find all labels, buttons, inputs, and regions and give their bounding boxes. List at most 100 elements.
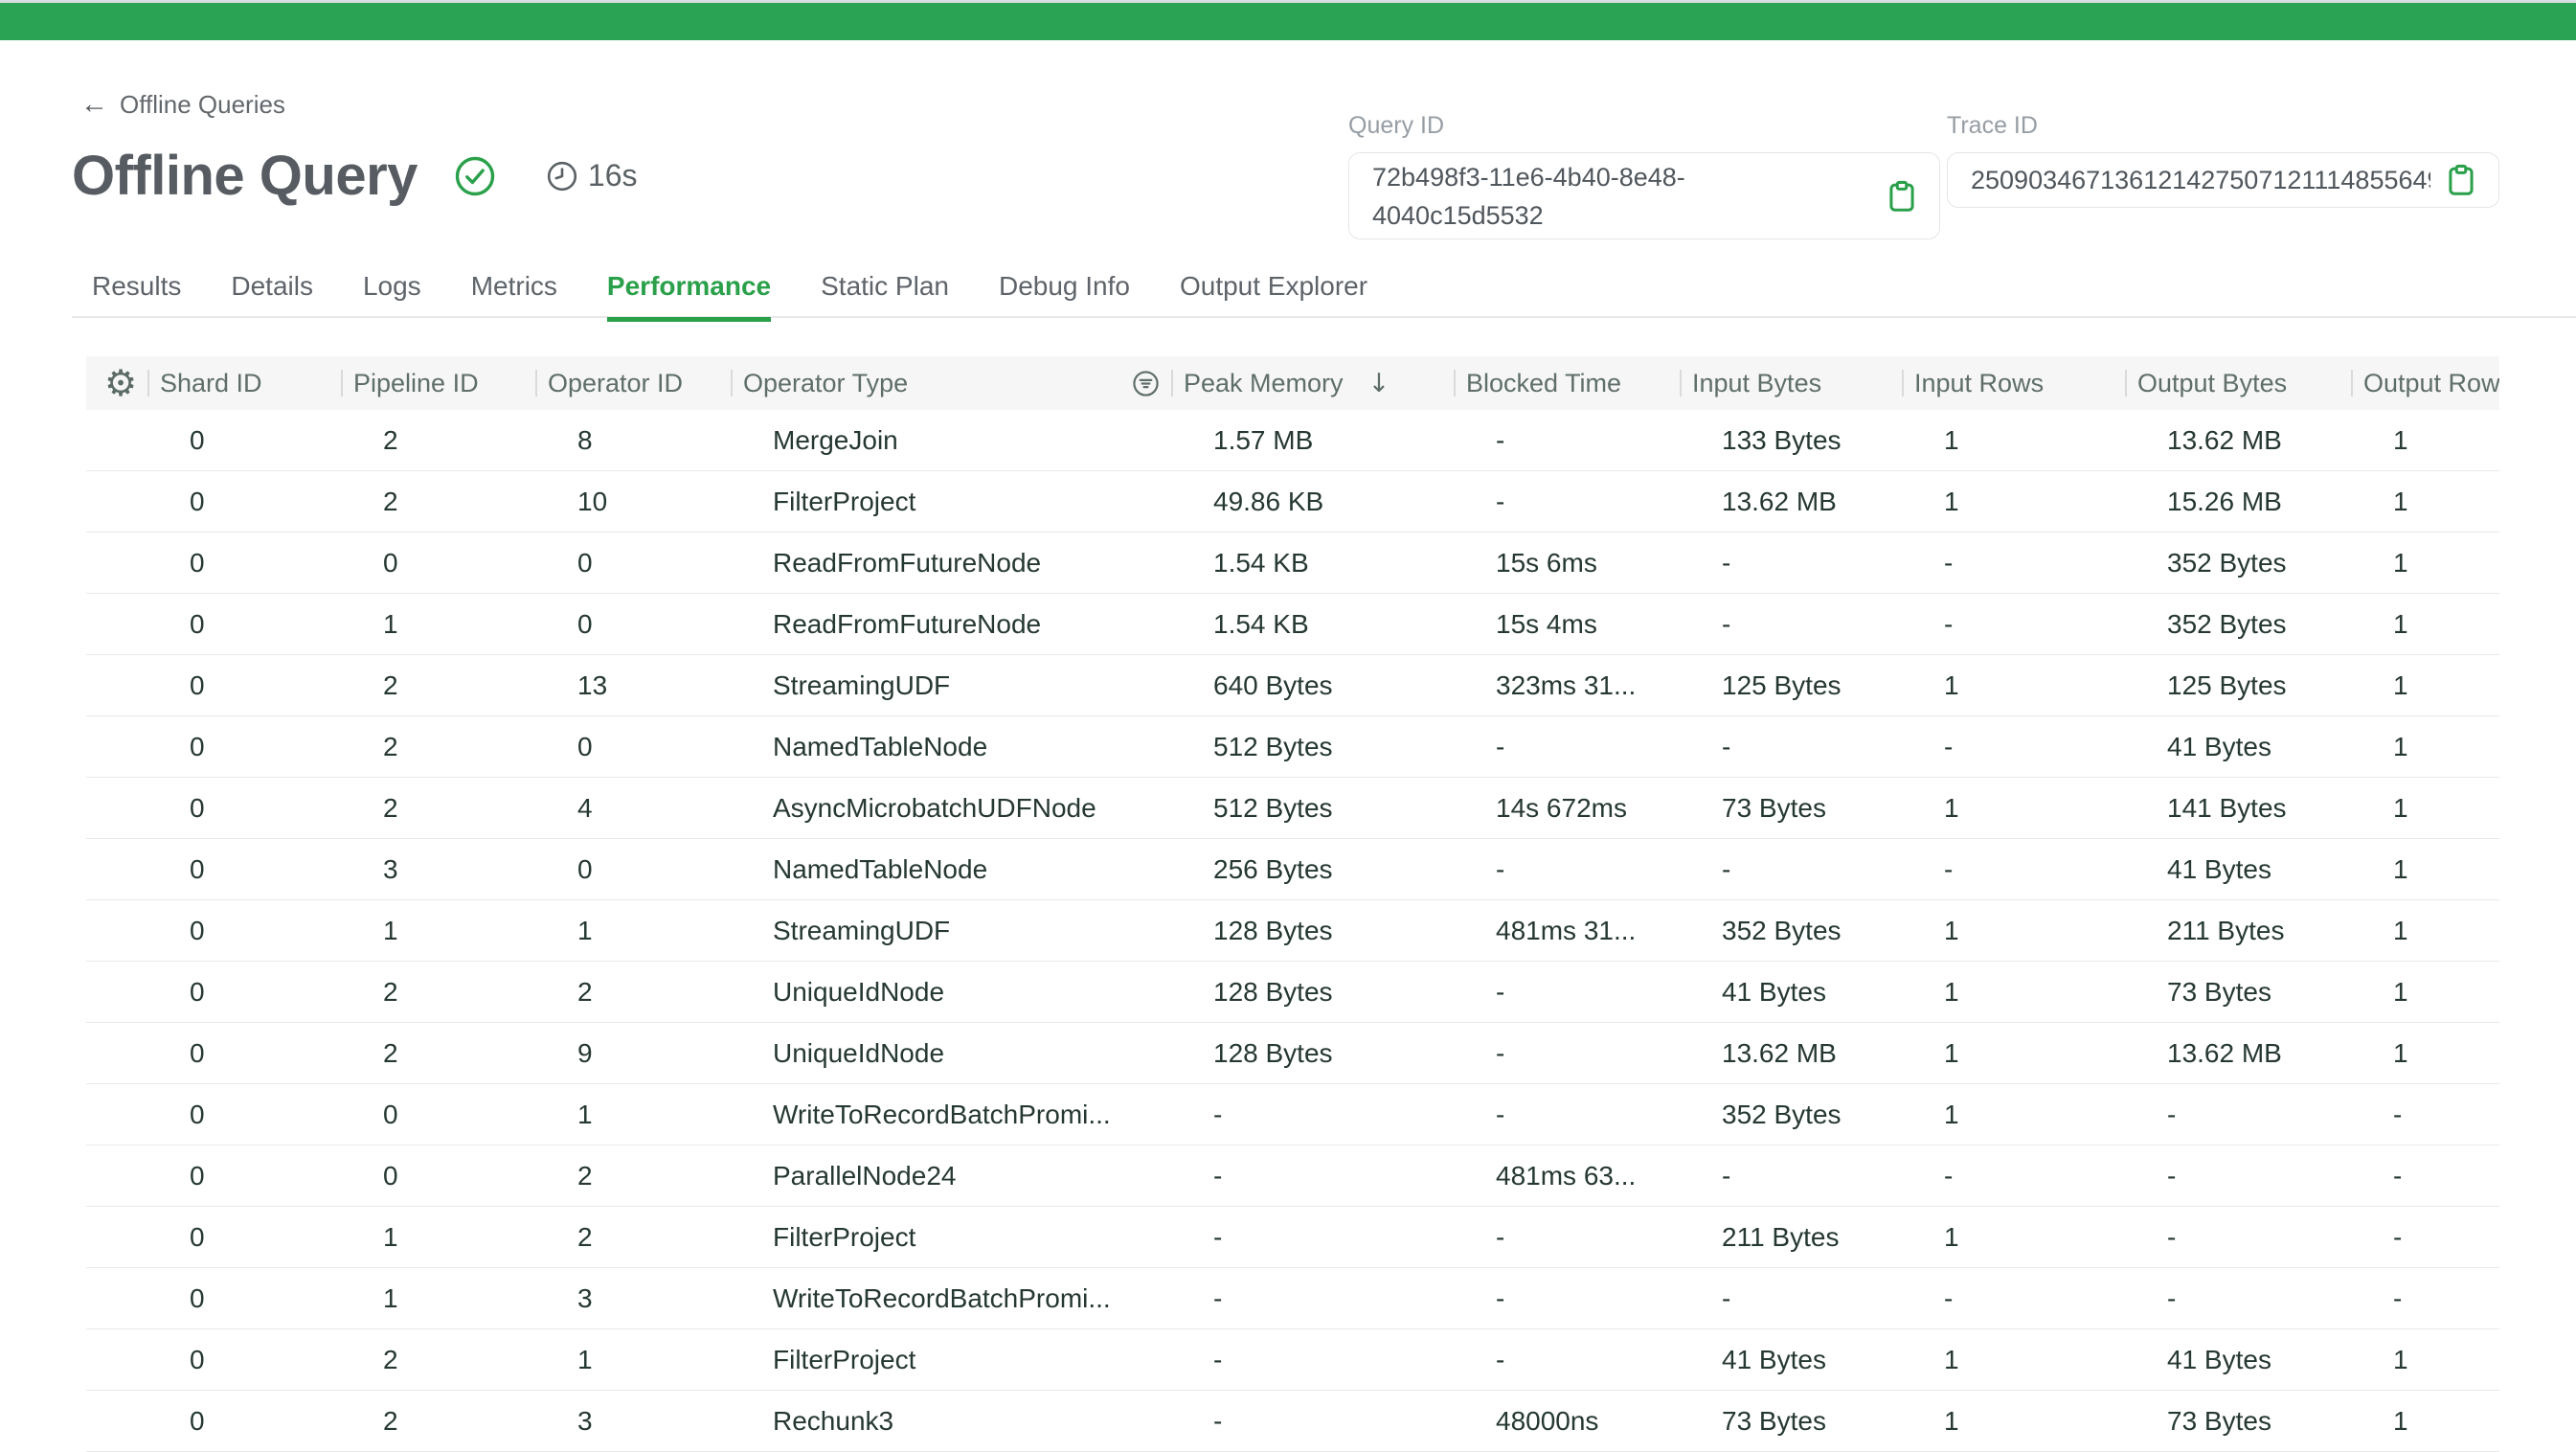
table-row[interactable]: 013WriteToRecordBatchPromi...------: [86, 1268, 2499, 1329]
cell-shard-id: 0: [147, 1038, 341, 1069]
cell-output-rows: 1: [2351, 670, 2499, 701]
check-circle-icon: [454, 155, 496, 197]
cell-input-bytes: -: [1680, 1283, 1902, 1314]
app-top-bar: [0, 3, 2576, 40]
cell-pipeline-id: 1: [341, 609, 535, 640]
cell-input-rows: 1: [1902, 1100, 2125, 1130]
cell-blocked-time: -: [1454, 1345, 1680, 1375]
cell-operator-type: ReadFromFutureNode: [731, 548, 1171, 579]
cell-operator-id: 1: [535, 1100, 731, 1130]
cell-operator-id: 2: [535, 977, 731, 1008]
table-row[interactable]: 010ReadFromFutureNode1.54 KB15s 4ms--352…: [86, 594, 2499, 655]
column-header-shard-id[interactable]: Shard ID: [147, 356, 341, 410]
cell-input-bytes: 73 Bytes: [1680, 1406, 1902, 1437]
cell-operator-id: 8: [535, 425, 731, 456]
cell-output-bytes: 73 Bytes: [2125, 1406, 2351, 1437]
cell-output-bytes: 13.62 MB: [2125, 1038, 2351, 1069]
cell-pipeline-id: 0: [341, 1100, 535, 1130]
table-row[interactable]: 0210FilterProject49.86 KB-13.62 MB115.26…: [86, 471, 2499, 533]
cell-peak-memory: 1.54 KB: [1171, 548, 1454, 579]
cell-output-rows: -: [2351, 1161, 2499, 1191]
tab-bar: Results Details Logs Metrics Performance Stat…: [92, 271, 1367, 320]
cell-shard-id: 0: [147, 609, 341, 640]
cell-operator-id: 2: [535, 1222, 731, 1253]
cell-peak-memory: 128 Bytes: [1171, 916, 1454, 946]
tab-static-plan[interactable]: Static Plan: [821, 271, 949, 320]
table-row[interactable]: 028MergeJoin1.57 MB-133 Bytes113.62 MB1: [86, 410, 2499, 471]
breadcrumb[interactable]: ← Offline Queries: [80, 90, 285, 120]
table-row[interactable]: 024AsyncMicrobatchUDFNode512 Bytes14s 67…: [86, 778, 2499, 839]
cell-input-bytes: -: [1680, 732, 1902, 762]
cell-operator-id: 0: [535, 609, 731, 640]
cell-output-bytes: -: [2125, 1100, 2351, 1130]
column-settings-button[interactable]: ⚙: [104, 365, 137, 401]
tab-performance[interactable]: Performance: [607, 271, 771, 320]
tab-details[interactable]: Details: [231, 271, 313, 320]
settings-column-header: ⚙: [86, 356, 147, 410]
tab-output-explorer[interactable]: Output Explorer: [1180, 271, 1367, 320]
column-header-input-rows[interactable]: Input Rows: [1902, 356, 2125, 410]
column-label: Output Bytes: [2137, 369, 2287, 398]
table-row[interactable]: 011StreamingUDF128 Bytes481ms 31...352 B…: [86, 900, 2499, 962]
sort-down-icon[interactable]: ↓: [1368, 369, 1390, 398]
cell-operator-type: WriteToRecordBatchPromi...: [731, 1100, 1171, 1130]
cell-peak-memory: -: [1171, 1283, 1454, 1314]
cell-input-bytes: 41 Bytes: [1680, 977, 1902, 1008]
cell-output-rows: 1: [2351, 487, 2499, 517]
cell-output-rows: 1: [2351, 1038, 2499, 1069]
cell-operator-id: 9: [535, 1038, 731, 1069]
table-row[interactable]: 029UniqueIdNode128 Bytes-13.62 MB113.62 …: [86, 1023, 2499, 1084]
column-header-operator-id[interactable]: Operator ID: [535, 356, 731, 410]
cell-pipeline-id: 2: [341, 793, 535, 824]
cell-peak-memory: 1.57 MB: [1171, 425, 1454, 456]
cell-input-bytes: 125 Bytes: [1680, 670, 1902, 701]
column-header-output-rows[interactable]: Output Rows: [2351, 356, 2499, 410]
table-row[interactable]: 020NamedTableNode512 Bytes---41 Bytes1: [86, 716, 2499, 778]
cell-blocked-time: 481ms 31...: [1454, 916, 1680, 946]
cell-input-bytes: 13.62 MB: [1680, 1038, 1902, 1069]
cell-output-bytes: -: [2125, 1222, 2351, 1253]
cell-operator-type: UniqueIdNode: [731, 977, 1171, 1008]
cell-shard-id: 0: [147, 1283, 341, 1314]
cell-shard-id: 0: [147, 548, 341, 579]
column-header-input-bytes[interactable]: Input Bytes: [1680, 356, 1902, 410]
copy-trace-id-button[interactable]: [2443, 162, 2479, 198]
operator-type-filter-button[interactable]: [1132, 370, 1160, 397]
tab-logs[interactable]: Logs: [363, 271, 421, 320]
cell-shard-id: 0: [147, 732, 341, 762]
column-header-operator-type[interactable]: Operator Type: [731, 356, 1171, 410]
cell-operator-id: 0: [535, 548, 731, 579]
table-row[interactable]: 002ParallelNode24-481ms 63...----: [86, 1146, 2499, 1207]
table-row[interactable]: 021FilterProject--41 Bytes141 Bytes1: [86, 1329, 2499, 1391]
cell-pipeline-id: 0: [341, 1161, 535, 1191]
column-header-blocked-time[interactable]: Blocked Time: [1454, 356, 1680, 410]
tab-metrics[interactable]: Metrics: [471, 271, 557, 320]
table-row[interactable]: 022UniqueIdNode128 Bytes-41 Bytes173 Byt…: [86, 962, 2499, 1023]
table-row[interactable]: 012FilterProject--211 Bytes1--: [86, 1207, 2499, 1268]
table-row[interactable]: 000ReadFromFutureNode1.54 KB15s 6ms--352…: [86, 533, 2499, 594]
cell-operator-type: NamedTableNode: [731, 854, 1171, 885]
copy-query-id-button[interactable]: [1884, 178, 1920, 215]
table-row[interactable]: 001WriteToRecordBatchPromi...--352 Bytes…: [86, 1084, 2499, 1146]
table-row[interactable]: 030NamedTableNode256 Bytes---41 Bytes1: [86, 839, 2499, 900]
table-row[interactable]: 023Rechunk3-48000ns73 Bytes173 Bytes1: [86, 1391, 2499, 1452]
clipboard-icon: [1884, 178, 1920, 215]
cell-shard-id: 0: [147, 916, 341, 946]
cell-input-rows: -: [1902, 854, 2125, 885]
tab-results[interactable]: Results: [92, 271, 181, 320]
cell-pipeline-id: 1: [341, 916, 535, 946]
cell-peak-memory: 256 Bytes: [1171, 854, 1454, 885]
cell-pipeline-id: 2: [341, 977, 535, 1008]
cell-shard-id: 0: [147, 1406, 341, 1437]
column-header-peak-memory[interactable]: Peak Memory ↓: [1171, 356, 1454, 410]
cell-operator-id: 3: [535, 1406, 731, 1437]
column-header-output-bytes[interactable]: Output Bytes: [2125, 356, 2351, 410]
table-row[interactable]: 0213StreamingUDF640 Bytes323ms 31...125 …: [86, 655, 2499, 716]
column-label: Operator Type: [743, 369, 908, 398]
clipboard-icon: [2443, 162, 2479, 198]
tab-debug-info[interactable]: Debug Info: [999, 271, 1130, 320]
cell-output-bytes: -: [2125, 1161, 2351, 1191]
column-header-pipeline-id[interactable]: Pipeline ID: [341, 356, 535, 410]
cell-operator-type: FilterProject: [731, 487, 1171, 517]
cell-input-bytes: 352 Bytes: [1680, 916, 1902, 946]
